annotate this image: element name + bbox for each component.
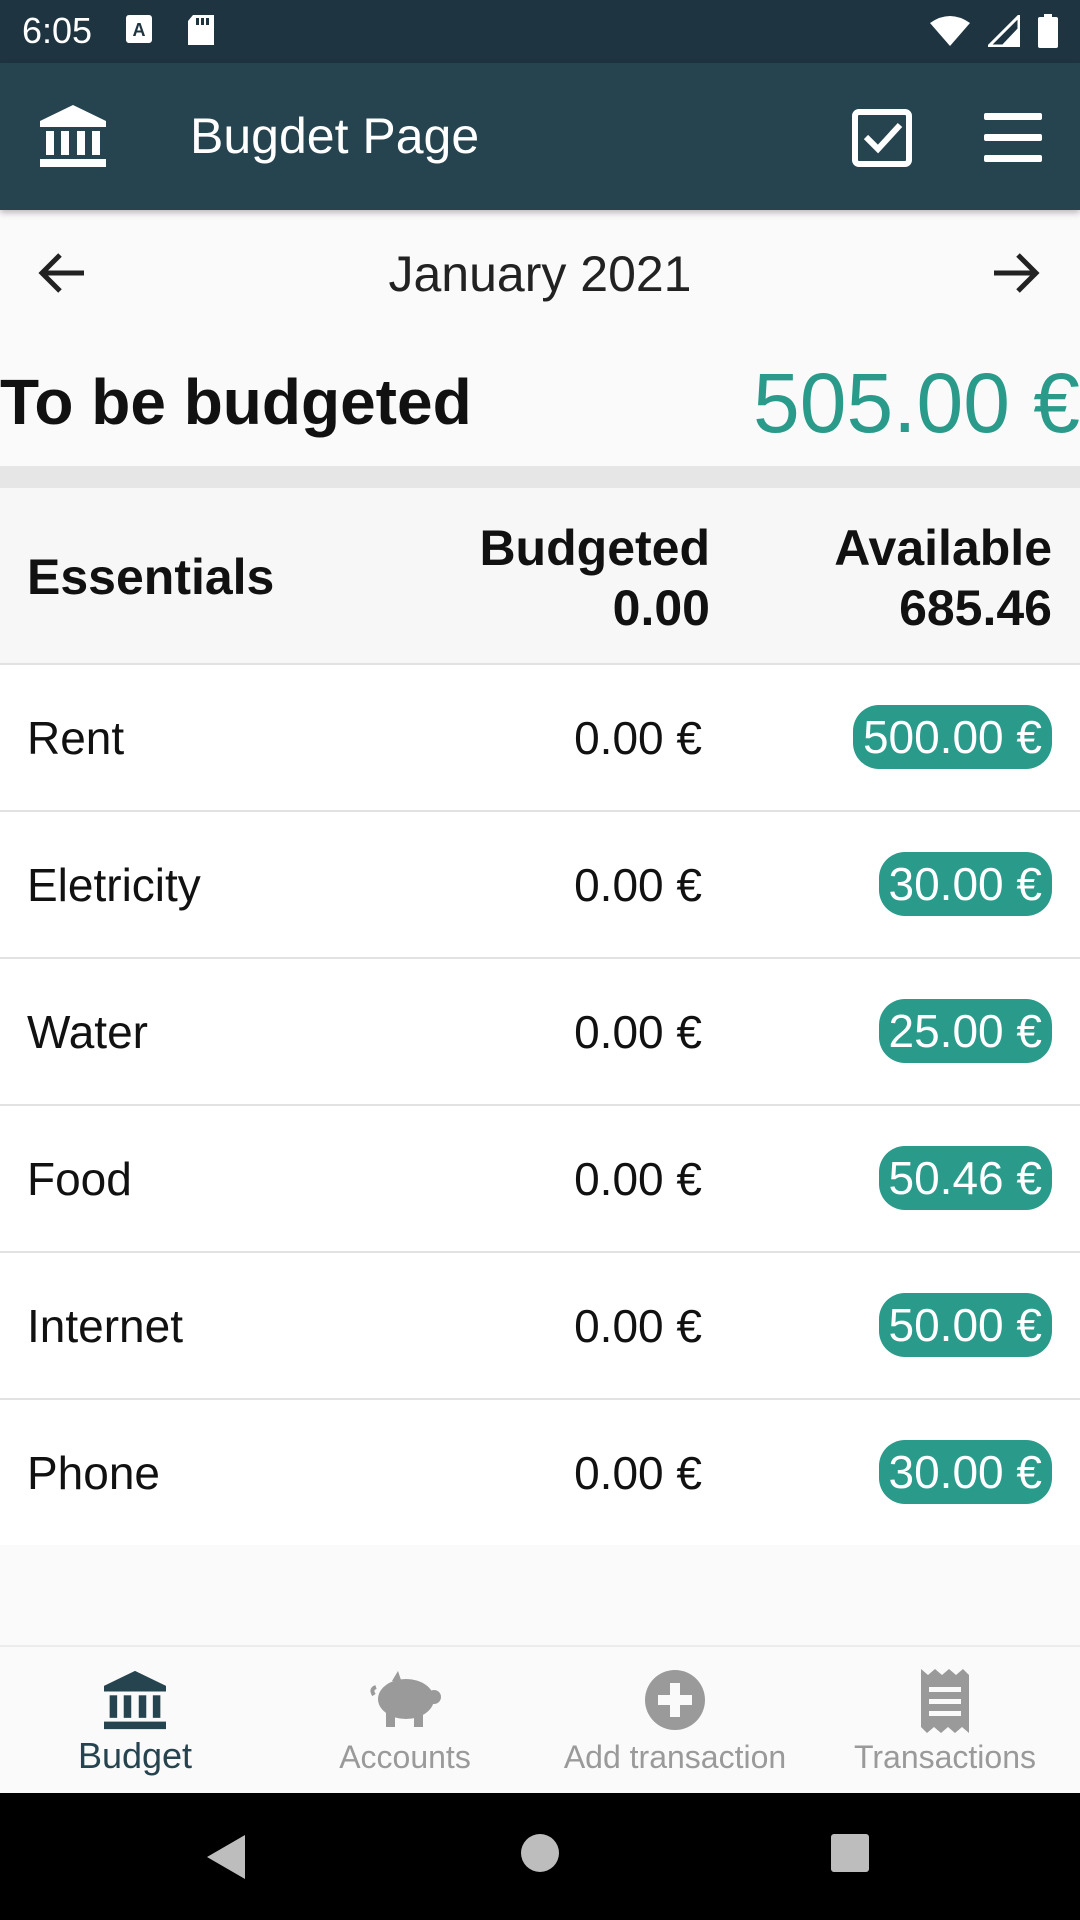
page-title: Bugdet Page	[190, 108, 480, 164]
category-name: Food	[27, 1153, 132, 1205]
month-label: January 2021	[388, 246, 692, 302]
available-header-label: Available	[834, 520, 1052, 576]
checkbox-icon[interactable]	[852, 109, 914, 172]
system-navigation-bar	[0, 1793, 1080, 1920]
tab-budget[interactable]: Budget	[0, 1647, 270, 1795]
category-name: Water	[27, 1006, 148, 1058]
tab-label: Accounts	[339, 1739, 471, 1775]
tab-transactions[interactable]: Transactions	[810, 1647, 1080, 1795]
plus-circle-icon	[644, 1669, 706, 1736]
hamburger-menu-icon[interactable]	[984, 113, 1042, 168]
category-name: Phone	[27, 1447, 161, 1499]
a-notification-icon: A	[125, 14, 153, 51]
status-bar: 6:05 A	[0, 0, 1080, 63]
section-divider	[0, 466, 1080, 488]
app-bar: Bugdet Page	[0, 63, 1080, 210]
sd-card-icon	[187, 14, 215, 51]
home-circle-icon[interactable]	[520, 1833, 560, 1878]
category-available-badge: 25.00 €	[878, 999, 1052, 1063]
category-row[interactable]: Phone 0.00 € 30.00 €	[0, 1400, 1080, 1545]
category-row[interactable]: Water 0.00 € 25.00 €	[0, 959, 1080, 1106]
category-name: Internet	[27, 1300, 183, 1352]
budgeted-header-label: Budgeted	[479, 520, 710, 576]
category-budgeted[interactable]: 0.00 €	[574, 1299, 702, 1353]
category-available-badge: 30.00 €	[878, 852, 1052, 916]
category-available-badge: 50.46 €	[878, 1146, 1052, 1210]
category-budgeted[interactable]: 0.00 €	[574, 1005, 702, 1059]
category-row[interactable]: Rent 0.00 € 500.00 €	[0, 665, 1080, 812]
tab-label: Budget	[77, 1735, 193, 1776]
category-budgeted[interactable]: 0.00 €	[574, 1152, 702, 1206]
group-budgeted-value: 0.00	[612, 580, 710, 636]
category-name: Rent	[27, 712, 125, 764]
svg-text:A: A	[133, 20, 146, 40]
category-row[interactable]: Internet 0.00 € 50.00 €	[0, 1253, 1080, 1400]
signal-icon	[985, 12, 1021, 52]
group-budgeted-column: Budgeted 0.00	[479, 518, 710, 638]
category-budgeted[interactable]: 0.00 €	[574, 858, 702, 912]
month-navigation: January 2021	[0, 225, 1080, 325]
category-available-badge: 500.00 €	[852, 705, 1052, 769]
status-time: 6:05	[22, 10, 93, 51]
back-triangle-icon[interactable]	[205, 1833, 247, 1886]
battery-icon	[1038, 14, 1058, 53]
tab-label: Add transaction	[563, 1739, 787, 1775]
category-row[interactable]: Eletricity 0.00 € 30.00 €	[0, 812, 1080, 959]
recent-apps-square-icon[interactable]	[830, 1833, 870, 1878]
receipt-icon	[919, 1669, 971, 1738]
bottom-navigation: Budget Accounts Add transaction Transact…	[0, 1645, 1080, 1795]
tab-label: Transactions	[854, 1739, 1036, 1775]
category-available-badge: 50.00 €	[878, 1293, 1052, 1357]
piggy-bank-icon	[368, 1669, 442, 1734]
category-name: Eletricity	[27, 859, 201, 911]
next-month-arrow-icon[interactable]	[990, 247, 1042, 304]
category-group-header[interactable]: Essentials Budgeted 0.00 Available 685.4…	[0, 488, 1080, 665]
group-available-value: 685.46	[899, 580, 1052, 636]
bank-icon[interactable]	[38, 103, 108, 174]
tab-accounts[interactable]: Accounts	[270, 1647, 540, 1795]
category-available-badge: 30.00 €	[878, 1440, 1052, 1504]
to-be-budgeted-amount: 505.00 €	[753, 356, 1080, 450]
tab-add-transaction[interactable]: Add transaction	[540, 1647, 810, 1795]
wifi-icon	[930, 15, 970, 52]
category-budgeted[interactable]: 0.00 €	[574, 711, 702, 765]
category-row[interactable]: Food 0.00 € 50.46 €	[0, 1106, 1080, 1253]
group-available-column: Available 685.46	[834, 518, 1052, 638]
category-list: Rent 0.00 € 500.00 € Eletricity 0.00 € 3…	[0, 665, 1080, 1545]
category-budgeted[interactable]: 0.00 €	[574, 1446, 702, 1500]
group-name: Essentials	[27, 549, 275, 605]
to-be-budgeted-label: To be budgeted	[0, 366, 472, 438]
bank-icon	[102, 1669, 168, 1736]
